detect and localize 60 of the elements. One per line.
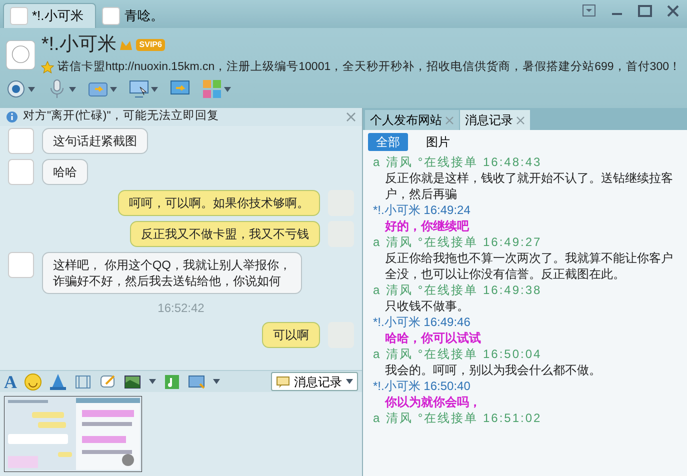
caret-icon[interactable] <box>213 379 220 384</box>
message-header: a 清风 °在线接单 16:49:27 <box>373 234 543 250</box>
monitor-icon[interactable] <box>129 79 149 100</box>
panel-tab[interactable]: 个人发布网站 <box>365 110 459 130</box>
avatar-icon <box>102 6 120 24</box>
message-history-button[interactable]: 消息记录 <box>271 372 358 391</box>
signature-text: 诺信卡盟http://nuoxin.15km.cn，注册上级编号10001，全天秒开秒补，招收电信供货商，暑假搭建分站699，首付300！ <box>57 59 681 75</box>
message-header: *!.小可米 16:49:24 <box>373 202 472 218</box>
vip-badge: SVIP6 <box>136 39 165 51</box>
caret-icon[interactable] <box>28 86 35 92</box>
message-text: 反正你就是这样，钱收了就开始不认了。送钻继续拉客户，然后再骗 <box>384 170 674 202</box>
avatar-icon <box>8 128 34 154</box>
message-text: 只收钱不做事。 <box>384 298 470 314</box>
close-icon[interactable] <box>346 112 356 122</box>
avatar-icon <box>8 159 34 185</box>
message-bubble: 反正我又不做卡盟，我又不亏钱 <box>130 221 320 247</box>
film-icon[interactable] <box>74 372 92 390</box>
message-text: 好的，你继续吧 <box>384 218 470 234</box>
panel-tab[interactable]: 消息记录 <box>460 110 530 130</box>
message-bubble: 可以啊 <box>262 322 320 348</box>
caret-icon[interactable] <box>110 86 117 92</box>
edit-icon[interactable] <box>99 372 117 390</box>
message-header: a 清风 °在线接单 16:49:38 <box>373 282 543 298</box>
filter-button[interactable]: 图片 <box>418 133 458 151</box>
message-text: 你以为就你会吗， <box>384 394 482 410</box>
conversation-tab[interactable]: 青唸。 <box>96 3 176 28</box>
message-text: 我会的。呵呵，别以为我会什么都不做。 <box>384 362 602 378</box>
smiley-icon[interactable] <box>24 372 42 390</box>
caret-icon[interactable] <box>69 86 76 92</box>
message-bubble: 呵呵，可以啊。如果你技术够啊。 <box>118 190 320 216</box>
camera-icon[interactable] <box>6 79 26 100</box>
notice-text: 对方"离开(忙碌)"，可能无法立即回复 <box>23 108 219 124</box>
music-icon[interactable] <box>163 372 181 390</box>
message-header: *!.小可米 16:49:46 <box>373 314 472 330</box>
avatar-icon <box>8 252 34 278</box>
avatar-icon <box>10 7 28 25</box>
timestamp: 16:52:42 <box>156 300 206 317</box>
screen-capture-icon[interactable] <box>188 372 206 390</box>
info-icon <box>6 111 18 123</box>
caret-icon[interactable] <box>149 379 156 384</box>
caret-icon[interactable] <box>224 86 231 92</box>
chat-icon <box>276 376 290 388</box>
caret-icon <box>346 379 353 384</box>
message-text: 哈哈，你可以试试 <box>384 330 482 346</box>
star-icon <box>41 61 54 74</box>
message-bubble: 哈哈 <box>42 159 88 185</box>
contact-name: *!.小可米 <box>41 34 116 56</box>
image-icon[interactable] <box>124 372 142 390</box>
filter-button[interactable]: 全部 <box>368 133 408 151</box>
message-header: a 清风 °在线接单 16:50:04 <box>373 346 543 362</box>
message-header: a 清风 °在线接单 16:51:02 <box>373 410 543 426</box>
message-text: 反正你给我拖也不算一次两次了。我就算不能让你客户全没，也可以让你没有信誉。反正截图在此。 <box>384 250 674 282</box>
caret-icon[interactable] <box>151 86 158 92</box>
message-bubble: 这句话赶紧截图 <box>42 128 148 154</box>
message-bubble: 这样吧， 你用这个QQ，我就让别人举报你，诈骗好不好，然后我去送钻给他，你说如何 <box>42 252 302 294</box>
message-header: *!.小可米 16:50:40 <box>373 378 472 394</box>
font-button[interactable]: A <box>4 372 17 390</box>
message-header: a 清风 °在线接单 16:48:43 <box>373 154 543 170</box>
close-icon[interactable] <box>516 116 525 124</box>
conversation-tab[interactable]: *!.小可米 <box>3 3 96 28</box>
